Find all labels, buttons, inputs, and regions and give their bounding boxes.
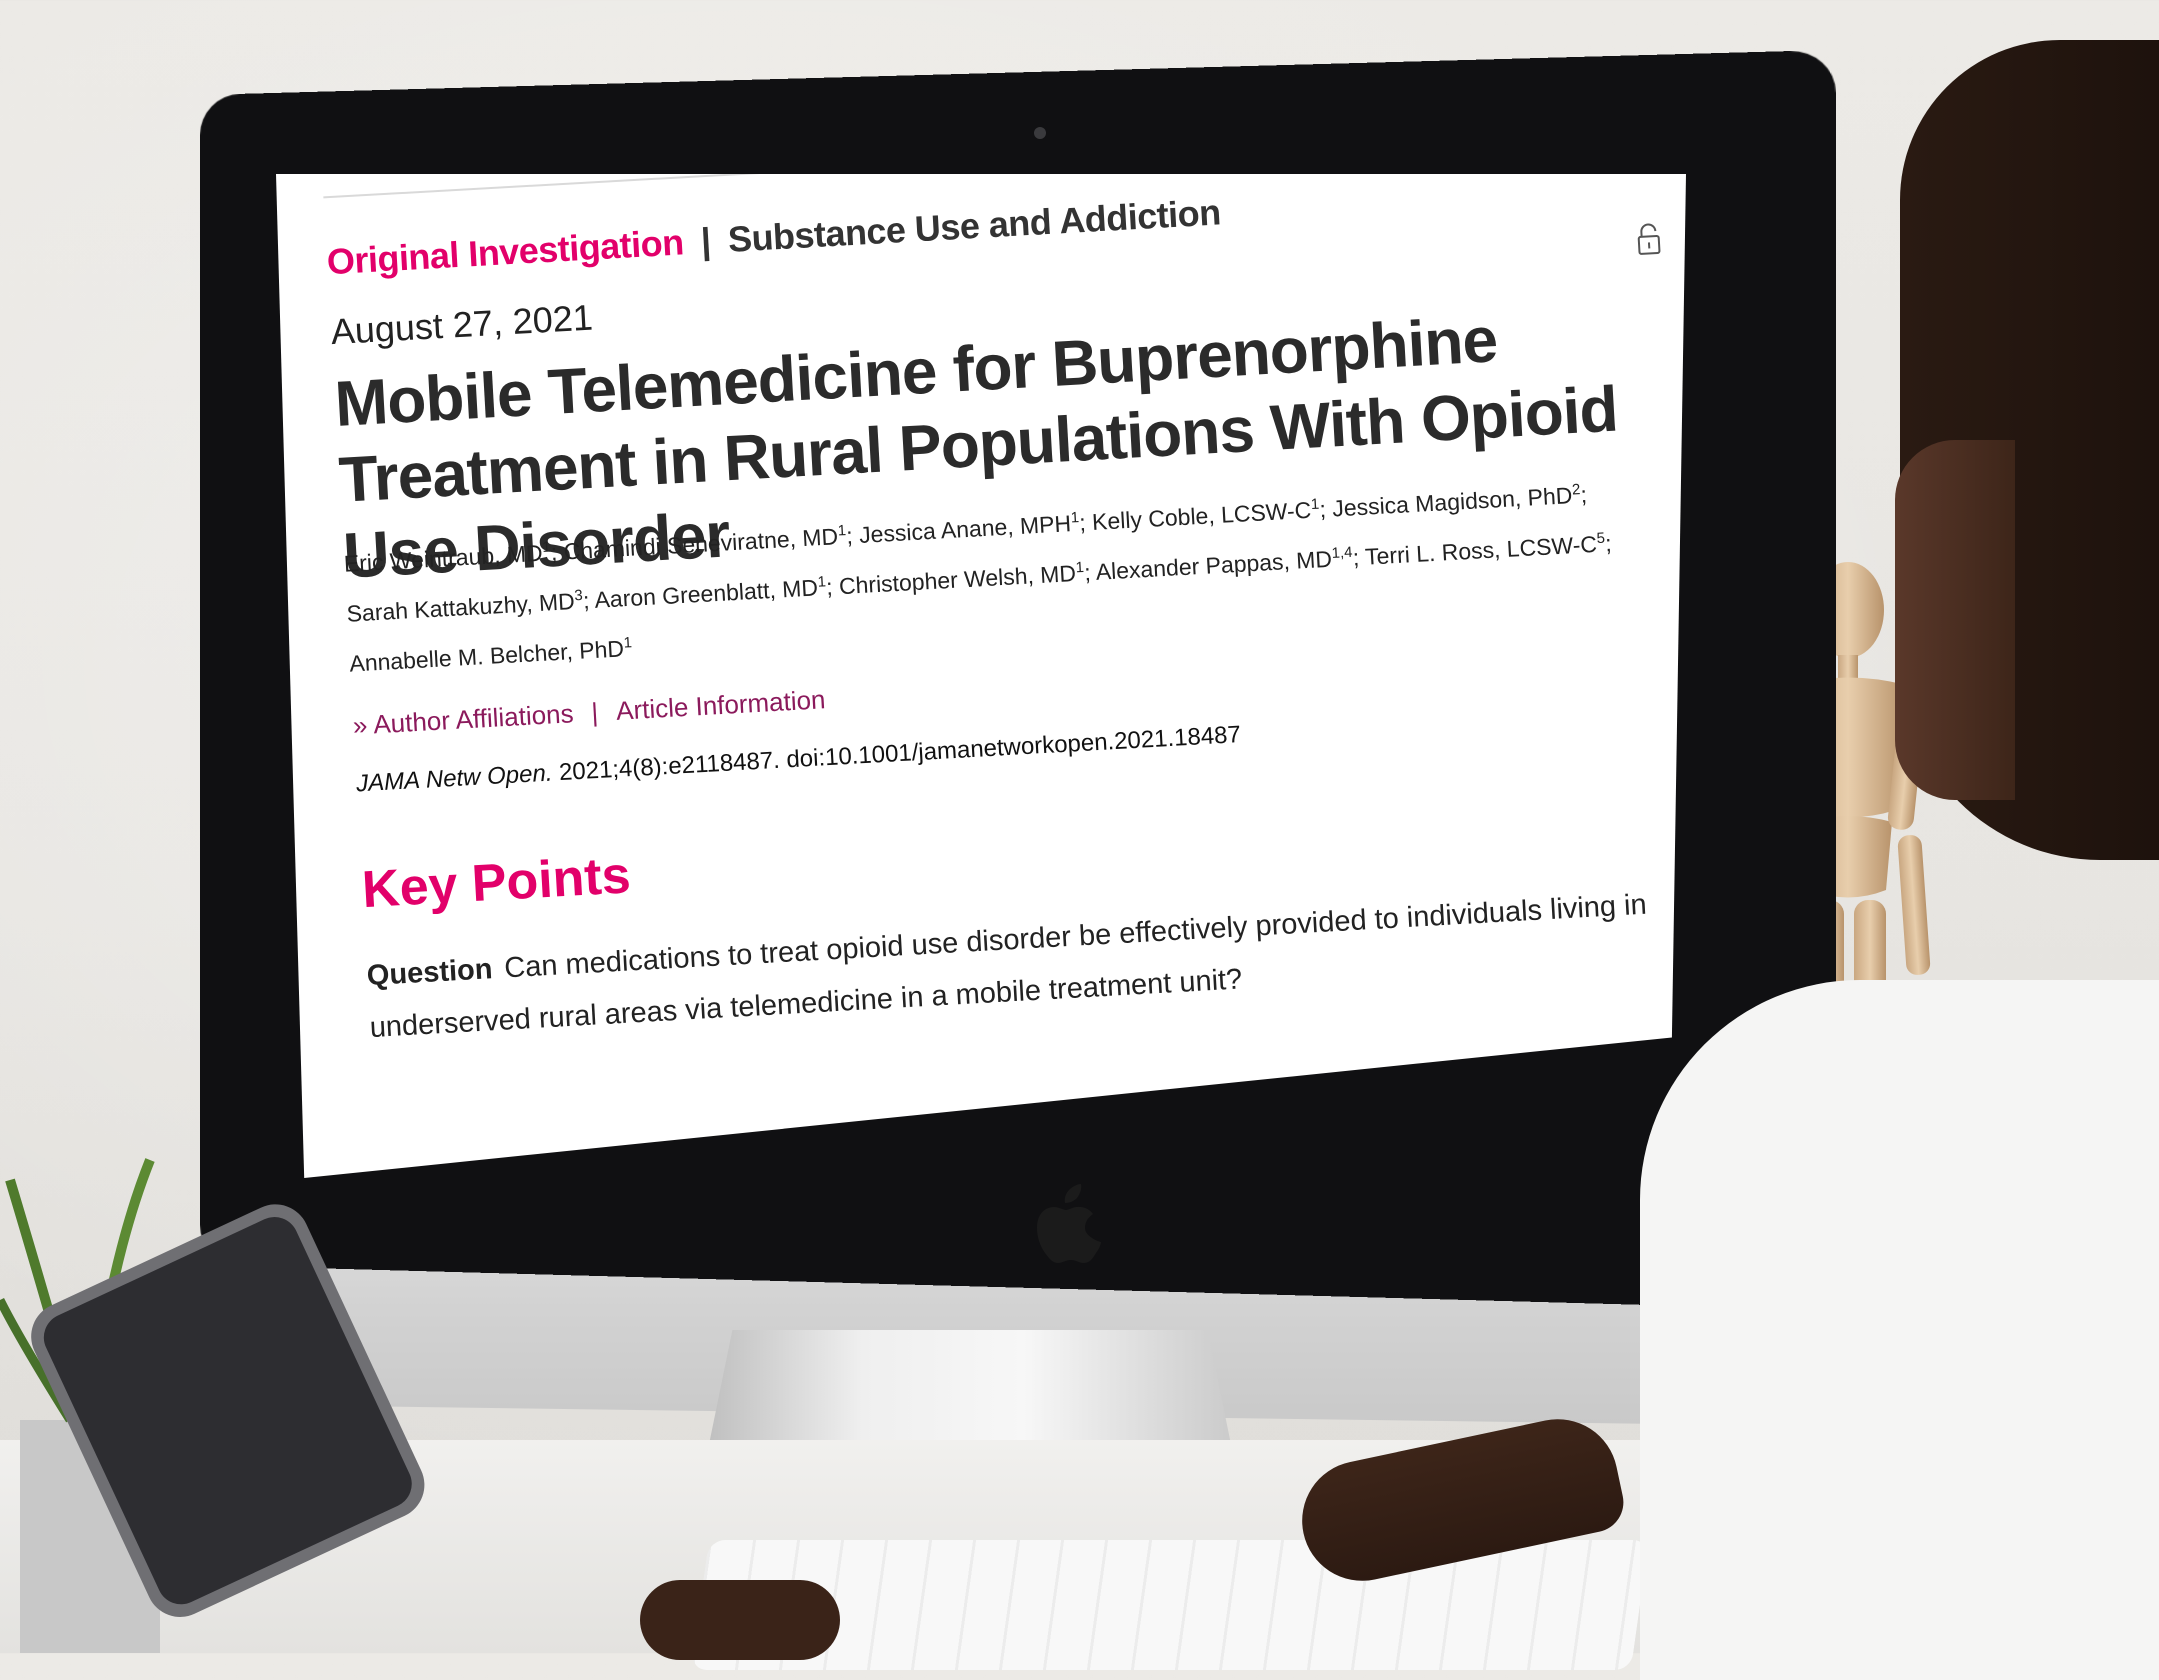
- links-divider: |: [590, 696, 600, 728]
- author[interactable]: Eric Weintraub, MD1: [343, 539, 551, 577]
- article-category: Original Investigation | Substance Use a…: [326, 191, 1222, 283]
- article-type-link[interactable]: Original Investigation: [326, 221, 685, 282]
- author[interactable]: Jessica Magidson, PhD2: [1332, 481, 1582, 522]
- monitor-screen: Original Investigation | Substance Use a…: [276, 174, 1686, 1178]
- key-points-heading: Key Points: [360, 846, 633, 920]
- author[interactable]: Sarah Kattakuzhy, MD3: [346, 587, 584, 627]
- citation-journal: JAMA Netw Open.: [355, 759, 554, 798]
- author-affiliations-link[interactable]: Author Affiliations: [373, 698, 575, 739]
- author[interactable]: Terri L. Ross, LCSW-C5: [1364, 530, 1606, 570]
- webcam: [1034, 127, 1046, 139]
- author[interactable]: Kelly Coble, LCSW-C1: [1091, 496, 1320, 535]
- chevron-double-right-icon: »: [352, 709, 369, 741]
- author[interactable]: Chamindi Seneviratne, MD1: [563, 522, 847, 564]
- author[interactable]: Annabelle M. Belcher, PhD1: [349, 634, 633, 676]
- article-information-link[interactable]: Article Information: [615, 684, 826, 726]
- breadcrumb-separator: |: [699, 219, 712, 262]
- author[interactable]: Christopher Welsh, MD1: [838, 559, 1085, 599]
- publication-date: August 27, 2021: [329, 296, 594, 353]
- top-nav-strip: [322, 174, 1642, 199]
- hand-on-keyboard: [640, 1580, 840, 1660]
- unlocked-lock-icon[interactable]: [1635, 222, 1663, 257]
- author[interactable]: Jessica Anane, MPH1: [858, 509, 1080, 548]
- person-face: [1895, 440, 2015, 800]
- question-label: Question: [366, 953, 494, 993]
- author[interactable]: Alexander Pappas, MD1,4: [1095, 544, 1353, 585]
- apple-logo-icon: [1035, 1180, 1105, 1270]
- nav-cell[interactable]: [322, 174, 754, 197]
- author[interactable]: Aaron Greenblatt, MD1: [594, 573, 827, 613]
- article-links: » Author Affiliations | Article Information: [352, 684, 826, 741]
- person-shirt: [1640, 980, 2159, 1680]
- citation-details: 2021;4(8):e2118487. doi:10.1001/jamanetw…: [558, 721, 1242, 787]
- section-link[interactable]: Substance Use and Addiction: [727, 191, 1222, 259]
- question-text: Can medications to treat opioid use diso…: [368, 888, 1648, 1045]
